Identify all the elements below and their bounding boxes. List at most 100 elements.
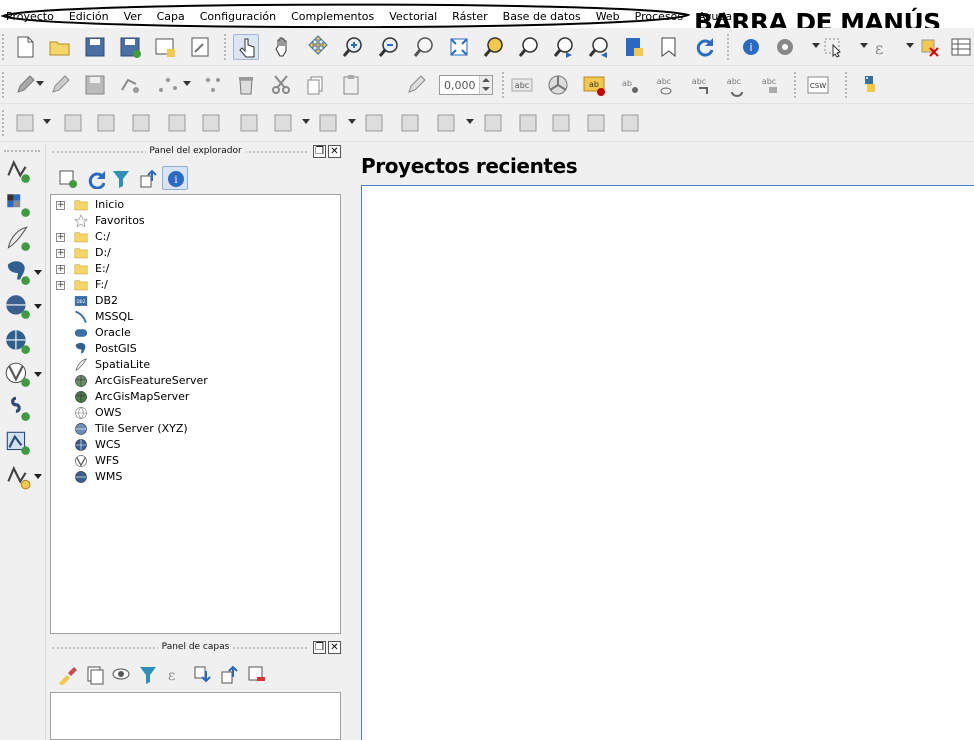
explorer-panel-titlebar[interactable]: Panel del explorador ❐ ✕ [48,144,343,160]
align-ring-icon[interactable] [515,110,541,136]
chevron-down-icon[interactable] [34,372,42,377]
collapse-all-icon[interactable] [135,166,161,190]
toolbar-grip[interactable] [502,72,506,98]
zoom-full-icon[interactable] [446,34,472,60]
tree-item[interactable]: OWS [51,405,331,421]
add-wfs-layer-icon[interactable] [3,360,31,388]
chevron-down-icon[interactable] [34,270,42,275]
new-bookmark-icon[interactable] [656,34,682,60]
offset-d-icon[interactable] [583,110,609,136]
chevron-down-icon[interactable] [466,119,474,124]
zoom-to-layer-icon[interactable] [516,34,542,60]
chevron-down-icon[interactable] [348,119,356,124]
offset-j-icon[interactable] [548,110,574,136]
layers-panel-titlebar[interactable]: Panel de capas ❐ ✕ [48,640,343,656]
pin-label-icon[interactable]: ab [617,72,643,98]
menu-item-complementos[interactable]: Complementos [291,10,374,23]
tree-item[interactable]: + F:/ [51,277,331,293]
touch-zoom-icon[interactable] [233,34,259,60]
menu-item-base-de-datos[interactable]: Base de datos [503,10,581,23]
tree-item[interactable]: ArcGisFeatureServer [51,373,331,389]
offset-f-icon[interactable] [617,110,643,136]
spin-buttons[interactable] [479,76,492,94]
expand-icon[interactable]: + [56,281,65,290]
save-project-as-icon[interactable] [117,34,143,60]
save-edits-icon[interactable] [82,72,108,98]
chevron-down-icon[interactable] [906,43,914,48]
visibility-icon[interactable] [108,662,134,686]
digitize-pencil-icon[interactable] [12,72,38,98]
label-toolbar-icon[interactable]: abc [509,72,535,98]
delete-part-icon[interactable] [198,110,224,136]
new-map-view-icon[interactable] [621,34,647,60]
select-by-value-icon[interactable]: ε [868,34,894,60]
refresh-icon[interactable] [691,34,717,60]
measure-icon[interactable] [772,34,798,60]
menu-item-configuraci-n[interactable]: Configuración [200,10,276,23]
merge-attributes-icon[interactable] [433,110,459,136]
zoom-native-icon[interactable] [411,34,437,60]
close-panel-button[interactable]: ✕ [328,145,341,158]
tree-item[interactable]: Tile Server (XYZ) [51,421,331,437]
collapse-all-icon[interactable] [216,662,242,686]
new-print-layout-icon[interactable] [152,34,178,60]
deselect-icon[interactable] [916,34,942,60]
recent-projects-list[interactable] [361,185,974,740]
attribute-table-icon[interactable] [948,34,974,60]
split-parts-icon[interactable] [361,110,387,136]
add-ring-icon[interactable] [60,110,86,136]
info-icon[interactable]: i [162,166,188,190]
offset-curve-icon[interactable] [270,110,296,136]
zoom-last-icon[interactable] [551,34,577,60]
rotate-point-icon[interactable] [403,72,429,98]
float-panel-button[interactable]: ❐ [313,145,326,158]
tree-item[interactable]: DB2 DB2 [51,293,331,309]
add-vector-layer-icon[interactable] [3,156,31,184]
add-wcs-layer-icon[interactable] [3,327,31,355]
show-hide-label-icon[interactable]: abc [652,72,678,98]
tree-item[interactable]: + C:/ [51,229,331,245]
add-feature-icon[interactable] [117,72,143,98]
rotate-symbol-icon[interactable] [480,110,506,136]
move-feature-icon[interactable] [201,72,227,98]
save-project-icon[interactable] [82,34,108,60]
chevron-down-icon[interactable] [34,474,42,479]
zoom-in-icon[interactable] [340,34,366,60]
style-icon[interactable] [54,662,80,686]
rotation-spinbox[interactable]: 0,000 [439,75,493,95]
new-project-icon[interactable] [12,34,38,60]
fill-ring-icon[interactable] [128,110,154,136]
toolbar-grip[interactable] [4,150,40,154]
open-project-icon[interactable] [47,34,73,60]
layout-manager-icon[interactable] [187,34,213,60]
delete-ring-icon[interactable] [164,110,190,136]
add-spatialite-layer-icon[interactable] [3,224,31,252]
filter-icon[interactable] [108,166,134,190]
tree-item[interactable]: ArcGisMapServer [51,389,331,405]
node-tool-icon[interactable] [155,72,181,98]
select-features-icon[interactable] [820,34,846,60]
diagram-icon[interactable] [545,72,571,98]
chevron-down-icon[interactable] [43,119,51,124]
add-selected-icon[interactable] [54,166,80,190]
expression-filter-icon[interactable]: ε [162,662,188,686]
pan-icon[interactable] [270,34,296,60]
tree-item[interactable]: Favoritos [51,213,331,229]
tree-item[interactable]: SpatiaLite [51,357,331,373]
move-label-icon[interactable]: abc [687,72,713,98]
chevron-down-icon[interactable] [812,43,820,48]
highlight-label-icon[interactable]: ab [581,72,607,98]
menu-item-proyecto[interactable]: Proyecto [6,10,54,23]
csw-icon[interactable]: CSW [805,72,831,98]
menu-item-web[interactable]: Web [596,10,620,23]
chevron-down-icon[interactable] [302,119,310,124]
cut-features-icon[interactable] [268,72,294,98]
float-panel-button[interactable]: ❐ [313,641,326,654]
rotate-label-icon[interactable]: abc [722,72,748,98]
menu-item-vectorial[interactable]: Vectorial [389,10,437,23]
add-postgis-layer-icon[interactable] [3,258,31,286]
tree-item[interactable]: PostGIS [51,341,331,357]
identify-icon[interactable]: i [738,34,764,60]
menu-item-procesos[interactable]: Procesos [635,10,683,23]
zoom-to-selection-icon[interactable] [481,34,507,60]
